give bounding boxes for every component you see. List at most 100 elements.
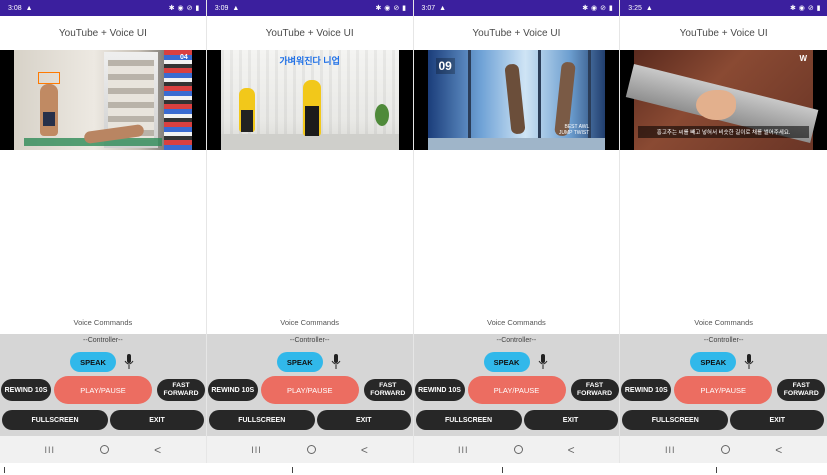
video-subtitle: 흥고추는 씨를 빼고 넣혀서 비슷한 길이로 채를 썰어주세요. xyxy=(638,126,809,138)
home-icon[interactable] xyxy=(513,445,523,454)
video-floor xyxy=(427,138,606,150)
speak-button[interactable]: SPEAK xyxy=(690,352,737,372)
fast-forward-button[interactable]: FAST FORWARD xyxy=(570,379,619,401)
back-icon[interactable]: < xyxy=(154,444,161,456)
controller-title: --Controller-- xyxy=(496,337,537,344)
status-bar: 3:25 ▲ ✱ ◉ ⊘ ▮ xyxy=(620,0,827,16)
system-navbar: III < xyxy=(0,436,206,463)
play-pause-button[interactable]: PLAY/PAUSE xyxy=(54,376,152,404)
recent-apps-icon[interactable]: III xyxy=(665,445,676,455)
video-player[interactable]: W 흥고추는 씨를 빼고 넣혀서 비슷한 길이로 채를 썰어주세요. xyxy=(620,50,827,150)
fullscreen-button[interactable]: FULLSCREEN xyxy=(415,410,522,430)
fullscreen-button[interactable]: FULLSCREEN xyxy=(622,410,729,430)
controller-title: --Controller-- xyxy=(289,337,330,344)
video-player[interactable]: 가벼워진다 니업 xyxy=(206,50,413,150)
video-frame: W 흥고추는 씨를 빼고 넣혀서 비슷한 길이로 채를 썰어주세요. xyxy=(626,50,819,150)
figure-caption-strip xyxy=(0,463,827,475)
app-title: YouTube + Voice UI xyxy=(472,27,561,39)
exit-button[interactable]: EXIT xyxy=(110,410,204,430)
video-frame: 가벼워진다 니업 xyxy=(220,50,399,150)
status-time: 3:08 xyxy=(8,4,22,12)
phones-row: 3:08 ▲ ✱ ◉ ⊘ ▮ YouTube + Voice UI 04 Voic… xyxy=(0,0,827,463)
status-icons: ✱ ◉ ⊘ ▮ xyxy=(375,5,407,12)
video-highlight-box xyxy=(38,72,60,84)
controller-panel: --Controller-- SPEAK REWIND 10S PLAY/PAU… xyxy=(413,334,620,436)
app-title: YouTube + Voice UI xyxy=(265,27,354,39)
controller-title: --Controller-- xyxy=(83,337,123,344)
app-title: YouTube + Voice UI xyxy=(58,27,147,39)
notification-icon: ▲ xyxy=(439,4,447,12)
home-icon[interactable] xyxy=(100,445,110,454)
caption-mark xyxy=(716,467,717,473)
home-icon[interactable] xyxy=(306,445,316,454)
video-tag: BEST AWL JUMP TWIST xyxy=(558,124,590,136)
fullscreen-button[interactable]: FULLSCREEN xyxy=(208,410,315,430)
window-mullion xyxy=(467,50,471,150)
phone-screen-2: 3:09 ▲ ✱ ◉ ⊘ ▮ YouTube + Voice UI 가벼워진다 니… xyxy=(206,0,414,463)
speak-button[interactable]: SPEAK xyxy=(483,352,530,372)
video-floor xyxy=(220,134,399,150)
video-person-left xyxy=(503,63,526,135)
video-player[interactable]: 09 BEST AWL JUMP TWIST xyxy=(413,50,620,150)
play-pause-button[interactable]: PLAY/PAUSE xyxy=(674,376,773,404)
rewind-button[interactable]: REWIND 10S xyxy=(1,379,51,401)
status-icons: ✱ ◉ ⊘ ▮ xyxy=(168,5,200,12)
fast-forward-button[interactable]: FAST FORWARD xyxy=(363,379,412,401)
status-icons: ✱ ◉ ⊘ ▮ xyxy=(582,5,614,12)
microphone-icon[interactable] xyxy=(331,354,341,370)
back-icon[interactable]: < xyxy=(361,444,368,456)
video-person xyxy=(40,84,58,136)
video-person-right xyxy=(302,80,321,136)
speak-button[interactable]: SPEAK xyxy=(276,352,323,372)
rewind-button[interactable]: REWIND 10S xyxy=(414,379,465,401)
voice-commands-label: Voice Commands xyxy=(694,318,754,327)
caption-mark xyxy=(292,467,293,473)
phone-screen-1: 3:08 ▲ ✱ ◉ ⊘ ▮ YouTube + Voice UI 04 Voic… xyxy=(0,0,207,463)
home-icon[interactable] xyxy=(720,445,730,454)
video-badge: 04 xyxy=(179,54,188,61)
system-navbar: III < xyxy=(206,436,413,463)
rewind-button[interactable]: REWIND 10S xyxy=(621,379,672,401)
play-pause-button[interactable]: PLAY/PAUSE xyxy=(467,376,566,404)
voice-commands-label: Voice Commands xyxy=(486,318,546,327)
video-plant xyxy=(374,104,389,126)
fast-forward-button[interactable]: FAST FORWARD xyxy=(777,379,826,401)
window-mullion xyxy=(537,50,541,150)
exit-button[interactable]: EXIT xyxy=(730,410,825,430)
controller-panel: --Controller-- SPEAK REWIND 10S PLAY/PAU… xyxy=(206,334,413,436)
exit-button[interactable]: EXIT xyxy=(523,410,618,430)
recent-apps-icon[interactable]: III xyxy=(251,445,262,455)
video-shoes xyxy=(163,50,192,150)
exit-button[interactable]: EXIT xyxy=(316,410,411,430)
speak-button[interactable]: SPEAK xyxy=(70,352,116,372)
microphone-icon[interactable] xyxy=(538,354,548,370)
play-pause-button[interactable]: PLAY/PAUSE xyxy=(260,376,359,404)
video-frame: 09 BEST AWL JUMP TWIST xyxy=(427,50,606,150)
phone-screen-3: 3:07 ▲ ✱ ◉ ⊘ ▮ YouTube + Voice UI 09 BEST… xyxy=(413,0,621,463)
video-player[interactable]: 04 xyxy=(0,50,206,150)
video-badge: 09 xyxy=(435,58,455,74)
system-navbar: III < xyxy=(413,436,620,463)
video-watermark: W xyxy=(799,54,807,63)
recent-apps-icon[interactable]: III xyxy=(45,445,56,455)
back-icon[interactable]: < xyxy=(568,444,575,456)
notification-icon: ▲ xyxy=(25,4,33,12)
phone-screen-4: 3:25 ▲ ✱ ◉ ⊘ ▮ YouTube + Voice UI W 흥고추는 … xyxy=(620,0,827,463)
video-caption: 가벼워진다 니업 xyxy=(279,56,340,66)
video-person-left xyxy=(238,88,255,132)
system-navbar: III < xyxy=(620,436,827,463)
recent-apps-icon[interactable]: III xyxy=(458,445,469,455)
microphone-icon[interactable] xyxy=(124,354,134,370)
controller-panel: --Controller-- SPEAK REWIND 10S PLAY/PAU… xyxy=(0,334,206,436)
notification-icon: ▲ xyxy=(232,4,240,12)
status-time: 3:25 xyxy=(628,4,642,12)
microphone-icon[interactable] xyxy=(744,354,754,370)
fast-forward-button[interactable]: FAST FORWARD xyxy=(157,379,205,401)
video-hand xyxy=(696,90,737,120)
video-frame: 04 xyxy=(14,50,192,150)
back-icon[interactable]: < xyxy=(775,444,782,456)
rewind-button[interactable]: REWIND 10S xyxy=(207,379,258,401)
fullscreen-button[interactable]: FULLSCREEN xyxy=(2,410,108,430)
notification-icon: ▲ xyxy=(645,4,653,12)
status-bar: 3:09 ▲ ✱ ◉ ⊘ ▮ xyxy=(206,0,413,16)
